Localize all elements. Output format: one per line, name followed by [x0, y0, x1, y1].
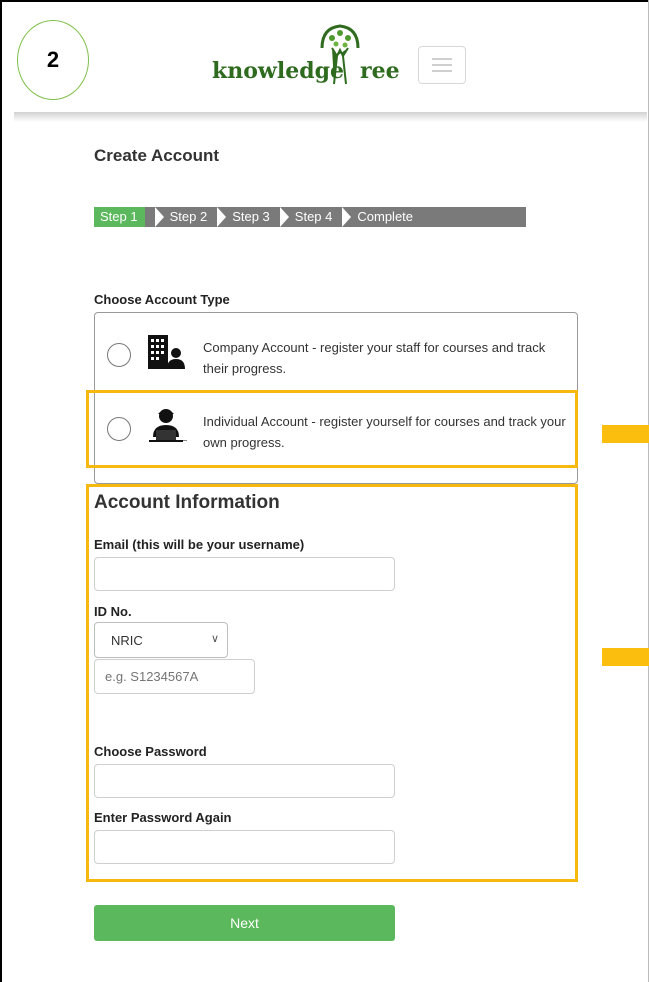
step-2: Step 2 [145, 207, 208, 227]
header-shadow [14, 112, 647, 122]
step-label: Step 1 [100, 209, 138, 224]
email-field[interactable] [94, 557, 395, 591]
id-type-value: NRIC [111, 633, 143, 648]
chevron-right-icon [154, 207, 164, 227]
annotation-marker [602, 648, 649, 666]
company-account-radio[interactable] [107, 343, 131, 367]
chevron-right-icon [217, 207, 227, 227]
account-information-title: Account Information [94, 492, 280, 513]
chevron-down-icon: ∨ [210, 633, 219, 645]
step-label: Complete [357, 209, 414, 224]
id-type-select[interactable]: NRIC ∨ [94, 622, 228, 658]
step-label: Step 2 [169, 209, 208, 224]
menu-line [432, 70, 452, 72]
annotation-step-number: 2 [17, 20, 89, 100]
annotation-marker [602, 425, 649, 443]
id-label: ID No. [94, 604, 132, 619]
hamburger-menu-button[interactable] [418, 46, 466, 84]
id-number-field[interactable] [94, 659, 255, 694]
highlight-individual-account [86, 390, 578, 468]
email-label: Email (this will be your username) [94, 537, 305, 552]
menu-line [432, 58, 452, 60]
step-1: Step 1 [94, 207, 145, 227]
chevron-right-icon [342, 207, 352, 227]
next-button[interactable]: Next [94, 905, 395, 941]
menu-line [432, 64, 452, 66]
chevron-right-icon [279, 207, 289, 227]
account-type-label: Choose Account Type [94, 292, 230, 307]
password-again-label: Enter Password Again [94, 810, 232, 825]
page-title: Create Account [94, 146, 220, 165]
step-label: Step 3 [232, 209, 270, 224]
company-account-option[interactable]: Company Account - register your staff fo… [95, 319, 577, 389]
tree-icon [320, 24, 360, 85]
step-3: Step 3 [207, 207, 270, 227]
step-label: Step 4 [294, 209, 333, 224]
company-account-description: Company Account - register your staff fo… [203, 340, 546, 376]
office-building-icon [148, 335, 185, 369]
step-4: Step 4 [270, 207, 333, 227]
progress-stepper: Step 1 Step 2 Step 3 Step 4 Complete [94, 207, 526, 227]
password-confirm-field[interactable] [94, 830, 395, 864]
password-label: Choose Password [94, 744, 207, 759]
step-complete: Complete [332, 207, 413, 227]
knowledge-tree-logo[interactable]: knowledge ree [212, 20, 417, 100]
password-field[interactable] [94, 764, 395, 798]
logo-text-end: ree [360, 58, 400, 84]
